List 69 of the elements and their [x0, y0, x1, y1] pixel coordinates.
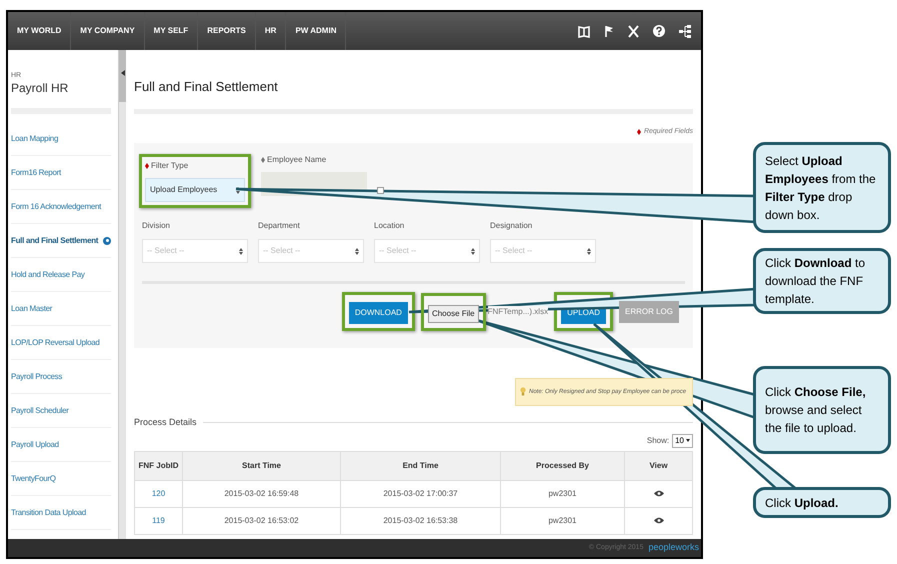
column-header: End Time — [340, 451, 500, 480]
callout-box: Click Upload. — [753, 487, 891, 518]
select-arrows-icon — [355, 248, 359, 254]
column-header: Processed By — [500, 451, 624, 480]
table-cell: 2015-03-02 16:53:38 — [340, 507, 500, 534]
required-asterisk-icon — [636, 128, 641, 134]
field-label: Designation — [490, 220, 534, 232]
sidebar-item[interactable]: Payroll Upload — [11, 438, 59, 450]
lightbulb-icon — [520, 387, 526, 397]
sidebar-item[interactable]: Full and Final Settlement — [11, 234, 98, 246]
select-arrows-icon — [587, 248, 591, 254]
flag-icon[interactable] — [604, 24, 614, 38]
table-cell: 2015-03-02 17:00:37 — [340, 480, 500, 507]
sidebar-item[interactable]: Hold and Release Pay — [11, 268, 85, 280]
table-cell: pw2301 — [500, 480, 624, 507]
field-label: Location — [374, 220, 406, 232]
column-header: Start Time — [182, 451, 340, 480]
download-button[interactable]: DOWNLOAD — [348, 302, 408, 324]
sidebar-item[interactable]: Loan Master — [11, 302, 52, 314]
sidebar-item[interactable]: Form16 Report — [11, 166, 61, 178]
required-asterisk-icon — [261, 157, 265, 163]
book-icon[interactable] — [578, 24, 590, 38]
field-label: Division — [142, 220, 172, 232]
view-eye-icon[interactable] — [654, 490, 664, 497]
select-arrows-icon — [471, 248, 475, 254]
sidebar-item[interactable]: TwentyFourQ — [11, 472, 56, 484]
table-cell: 2015-03-02 16:53:02 — [182, 507, 340, 534]
select-arrows-icon — [236, 186, 240, 194]
table-cell: pw2301 — [500, 507, 624, 534]
filter-type-select[interactable]: Upload Employees — [145, 178, 245, 202]
table-cell: 2015-03-02 16:59:48 — [182, 480, 340, 507]
checkbox[interactable] — [377, 187, 384, 194]
logo: peopleworks — [648, 541, 699, 554]
callout-box: Click Download to download the FNF template. — [753, 248, 891, 314]
nav-link[interactable]: HR — [256, 12, 286, 50]
sidebar-item[interactable]: LOP/LOP Reversal Upload — [11, 336, 100, 348]
arrow-circle-icon — [103, 236, 111, 244]
field-label: Department — [258, 220, 301, 232]
callout-box: Select Upload Employees from the Filter Type drop down box. — [753, 142, 891, 233]
required-asterisk-icon — [145, 163, 149, 169]
job-id-link[interactable]: 120 — [134, 480, 182, 507]
nav-link[interactable]: REPORTS — [198, 12, 256, 50]
view-eye-icon[interactable] — [654, 516, 664, 524]
sidebar-item[interactable]: Transition Data Upload — [11, 506, 86, 518]
section-title: Process Details — [134, 416, 197, 429]
sidebar-item[interactable]: Loan Mapping — [11, 132, 58, 144]
sidebar-scroll-bar[interactable] — [118, 50, 126, 539]
help-icon[interactable] — [653, 25, 665, 37]
sidebar-title: Payroll HR — [11, 82, 70, 94]
collapse-arrow-icon[interactable] — [120, 70, 124, 76]
sitemap-icon[interactable] — [679, 24, 691, 38]
page-size-select[interactable]: 10 — [672, 434, 693, 448]
column-header: View — [624, 451, 692, 480]
nav-link[interactable]: MY SELF — [144, 12, 198, 50]
dropdown-arrow-icon — [686, 439, 690, 442]
field-label: Employee Name — [267, 154, 326, 166]
page-title: Full and Final Settlement — [134, 80, 279, 93]
sidebar-item[interactable]: Form 16 Acknowledgement — [11, 200, 102, 212]
file-name: FNFTemp...).xlsx — [488, 306, 548, 318]
sidebar-item[interactable]: Payroll Process — [11, 370, 62, 382]
nav-link[interactable]: PW ADMIN — [286, 12, 346, 50]
show-label: Show: — [646, 434, 670, 446]
sidebar-item[interactable]: Payroll Scheduler — [11, 404, 69, 416]
column-header: FNF JobID — [134, 451, 182, 480]
job-id-link[interactable]: 119 — [134, 507, 182, 534]
field-label: Filter Type — [151, 160, 188, 172]
select-arrows-icon — [239, 248, 243, 254]
choose-file-button[interactable]: Choose File — [428, 304, 479, 322]
callout-box: Click Choose File, browse and select the file to upload. — [753, 366, 891, 454]
